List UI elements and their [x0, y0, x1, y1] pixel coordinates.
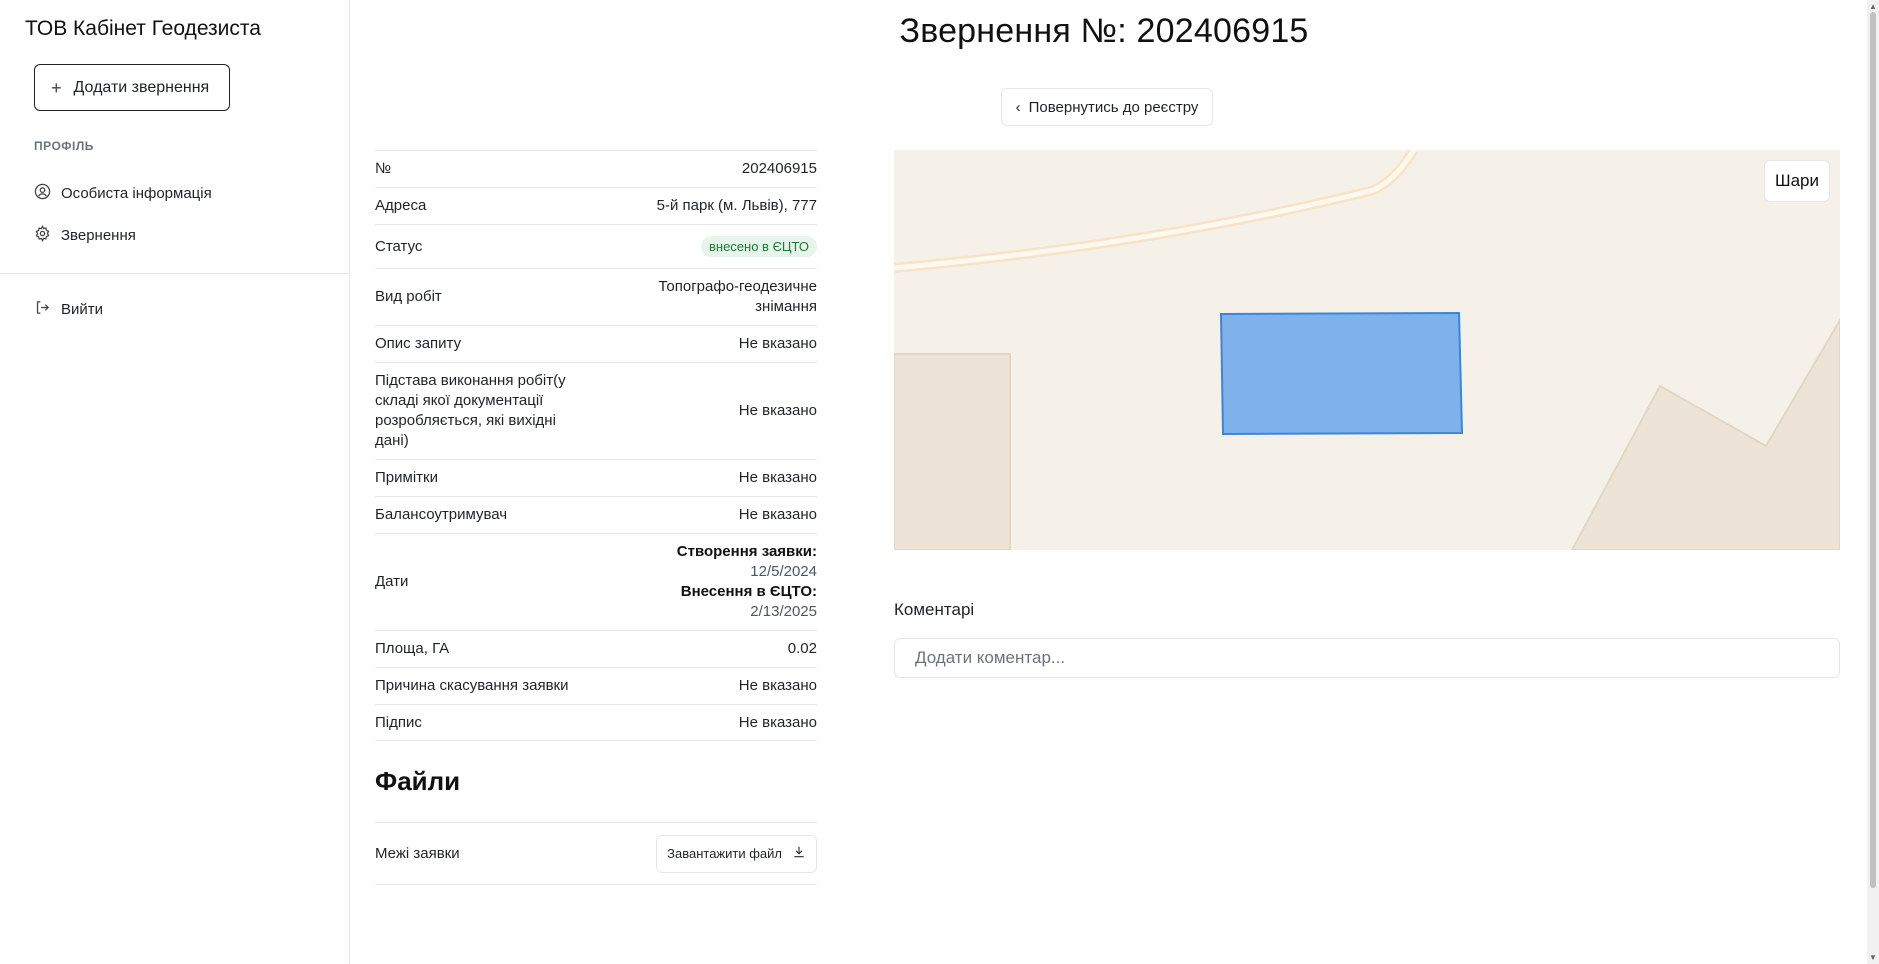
detail-label: Підстава виконання робіт(у складі якої д… [375, 372, 566, 449]
scrollbar-thumb[interactable] [1870, 12, 1876, 888]
sidebar: ТОВ Кабінет Геодезиста + Додати зверненн… [0, 0, 350, 964]
map-canvas [894, 150, 1840, 550]
chevron-left-icon: ‹ [1015, 98, 1021, 116]
detail-row-dates: Дати Створення заявки: 12/5/2024 Внесенн… [375, 533, 817, 630]
back-button-label: Повернутись до реєстру [1028, 98, 1199, 116]
detail-label: Балансоутримувач [375, 506, 508, 523]
detail-value: Не вказано [738, 677, 817, 694]
detail-value: 202406915 [741, 160, 817, 177]
detail-row-area: Площа, ГА 0.02 [375, 630, 817, 667]
logout-button[interactable]: Вийти [34, 299, 103, 320]
files-title: Файли [375, 766, 461, 796]
detail-label: Дати [375, 573, 409, 590]
detail-value: Створення заявки: 12/5/2024 Внесення в Є… [677, 542, 817, 622]
page-title: Звернення №: 202406915 [899, 12, 1309, 50]
scroll-down-icon[interactable]: ▼ [1869, 953, 1877, 962]
map-layers-button[interactable]: Шари [1764, 160, 1830, 202]
logout-label: Вийти [61, 301, 104, 318]
detail-value: Топографо-геодезичне знімання [658, 277, 817, 317]
detail-value: 5-й парк (м. Львів), 777 [656, 197, 817, 214]
detail-row-status: Статус внесено в ЄЦТО [375, 224, 817, 268]
detail-label: Площа, ГА [375, 640, 450, 657]
detail-label: Підпис [375, 713, 422, 731]
detail-row-holder: Балансоутримувач Не вказано [375, 496, 817, 533]
created-label: Створення заявки: [676, 543, 817, 560]
add-request-label: Додати звернення [73, 78, 210, 96]
sidebar-item-label: Звернення [61, 227, 136, 244]
detail-label: Причина скасування заявки [375, 677, 569, 694]
comment-input[interactable] [894, 638, 1840, 678]
status-badge: внесено в ЄЦТО [700, 236, 817, 257]
entered-label: Внесення в ЄЦТО: [680, 583, 817, 600]
detail-row-signature: Підпис Не вказано [375, 704, 817, 741]
back-to-registry-button[interactable]: ‹ Повернутись до реєстру [1001, 88, 1213, 126]
plus-icon: + [51, 77, 62, 98]
detail-value: 0.02 [787, 640, 817, 657]
detail-value: Не вказано [738, 335, 817, 352]
detail-row-work-type: Вид робіт Топографо-геодезичне знімання [375, 268, 817, 325]
download-icon [792, 845, 806, 862]
file-label: Межі заявки [375, 845, 460, 862]
detail-value: Не вказано [738, 713, 817, 731]
gear-icon [34, 224, 51, 246]
section-label-profile: ПРОФІЛЬ [34, 139, 94, 153]
detail-label: Опис запиту [375, 335, 462, 352]
detail-row-cancel-reason: Причина скасування заявки Не вказано [375, 667, 817, 704]
sidebar-item-personal-info[interactable]: Особиста інформація [34, 183, 212, 204]
detail-label: № [375, 160, 392, 177]
request-details: № 202406915 Адреса 5-й парк (м. Львів), … [375, 150, 817, 741]
parcel-polygon [1219, 311, 1464, 436]
map-view[interactable]: Шари [894, 150, 1840, 550]
comments-title: Коментарі [894, 600, 975, 619]
user-circle-icon [34, 183, 51, 204]
add-request-button[interactable]: + Додати звернення [34, 64, 230, 111]
logout-icon [34, 299, 51, 320]
detail-row-address: Адреса 5-й парк (м. Львів), 777 [375, 187, 817, 224]
download-label: Завантажити файл [667, 846, 782, 861]
file-row: Межі заявки Завантажити файл [375, 822, 817, 885]
detail-label: Вид робіт [375, 288, 442, 305]
nav-divider [0, 273, 350, 274]
detail-label: Примітки [375, 469, 438, 486]
download-file-button[interactable]: Завантажити файл [656, 834, 817, 873]
work-type-line-2: знімання [755, 298, 817, 315]
sidebar-item-label: Особиста інформація [61, 185, 212, 202]
detail-value: Не вказано [738, 469, 817, 486]
detail-value: Не вказано [738, 506, 817, 523]
detail-label: Адреса [375, 197, 427, 214]
detail-row-number: № 202406915 [375, 150, 817, 187]
sidebar-item-requests[interactable]: Звернення [34, 224, 136, 246]
work-type-line-1: Топографо-геодезичне [658, 278, 817, 295]
detail-row-basis: Підстава виконання робіт(у складі якої д… [375, 362, 817, 459]
scroll-up-icon[interactable]: ▲ [1869, 2, 1877, 11]
brand-title: ТОВ Кабінет Геодезиста [25, 17, 261, 40]
detail-value: Не вказано [738, 402, 817, 419]
detail-label: Статус [375, 237, 423, 255]
detail-row-notes: Примітки Не вказано [375, 459, 817, 496]
detail-row-request-desc: Опис запиту Не вказано [375, 325, 817, 362]
page-scrollbar[interactable]: ▲ ▼ [1867, 0, 1879, 964]
entered-value: 2/13/2025 [750, 603, 817, 620]
created-value: 12/5/2024 [750, 563, 817, 580]
